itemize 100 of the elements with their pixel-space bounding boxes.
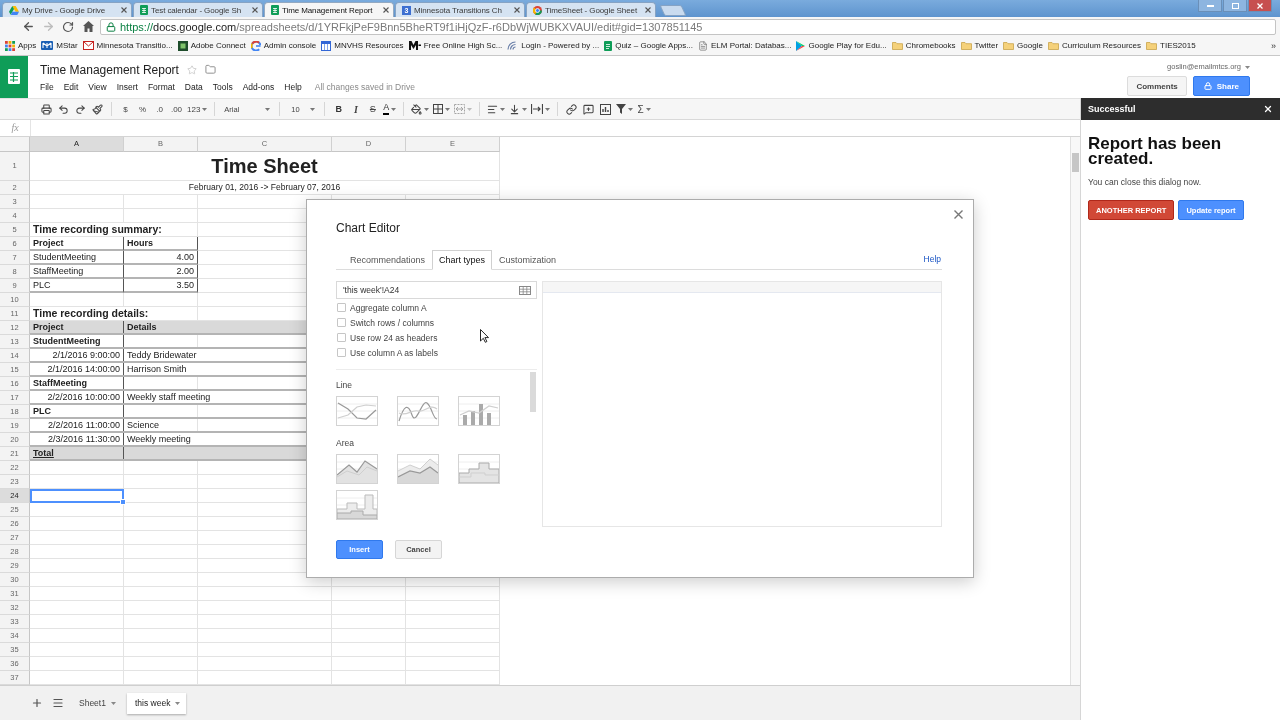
chart-type-option[interactable] — [397, 454, 439, 484]
bookmark[interactable]: MStar — [41, 41, 78, 50]
bookmark[interactable]: Free Online High Sc... — [408, 41, 503, 50]
menu-item[interactable]: View — [88, 81, 107, 92]
menu-item[interactable]: Insert — [116, 81, 138, 92]
comments-button[interactable]: Comments — [1127, 76, 1187, 96]
bold-button[interactable]: B — [330, 100, 348, 118]
maximize-button[interactable] — [1223, 0, 1247, 12]
menu-item[interactable]: Help — [284, 81, 302, 92]
option-label[interactable]: Switch rows / columns — [350, 317, 435, 328]
number-format-button[interactable]: .00 — [168, 100, 185, 118]
menu-item[interactable]: File — [40, 81, 54, 92]
ring-logo-icon — [250, 40, 261, 51]
option-label[interactable]: Use column A as labels — [350, 347, 438, 358]
italic-button[interactable]: I — [347, 100, 365, 118]
chart-type-option[interactable] — [336, 396, 378, 426]
menu-item[interactable]: Add-ons — [242, 81, 275, 92]
bookmark[interactable]: Apps — [5, 40, 37, 51]
close-icon[interactable] — [383, 7, 389, 13]
range-input[interactable]: 'this week'!A24 — [336, 281, 537, 299]
spreadsheet-cell[interactable]: PLC — [30, 279, 124, 293]
circle-logo-icon — [533, 5, 542, 15]
chart-type-option[interactable] — [397, 396, 439, 426]
bookmark[interactable]: Twitter — [960, 41, 999, 50]
folder-icon[interactable] — [204, 64, 216, 75]
spreadsheet-cell[interactable]: 2/2/2016 11:00:00 — [30, 419, 124, 431]
option-label[interactable]: Aggregate column A — [350, 302, 427, 313]
spreadsheet-cell[interactable]: StaffMeeting — [30, 265, 124, 279]
menu-icon — [52, 697, 64, 709]
chart-type-option[interactable] — [458, 396, 500, 426]
bookmark[interactable]: Adobe Connect — [177, 40, 246, 51]
menu-item[interactable]: Format — [147, 81, 175, 92]
bookmark[interactable]: Minnesota Transitio... — [82, 41, 173, 50]
spreadsheet-cell[interactable]: Time Sheet — [30, 152, 499, 180]
browser-tab[interactable]: Test calendar - Google Sh — [133, 2, 263, 17]
spreadsheet-cell[interactable]: PLC — [30, 405, 124, 417]
editor-tab[interactable]: Recommendations — [343, 250, 433, 270]
vertical-scrollbar[interactable] — [1070, 137, 1080, 685]
text-color-button[interactable]: A — [381, 100, 399, 118]
new-tab-button[interactable] — [659, 5, 687, 16]
spreadsheet-cell[interactable]: 3.50 — [124, 279, 198, 293]
checkbox[interactable] — [337, 333, 346, 342]
browser-tab[interactable]: Time Management Report — [264, 2, 394, 17]
document-title[interactable]: Time Management Report — [40, 62, 179, 77]
spreadsheet-cell[interactable]: StaffMeeting — [30, 377, 124, 389]
browser-tab[interactable]: TimeSheet - Google Sheet — [526, 2, 656, 17]
functions-button[interactable]: Σ — [635, 100, 653, 118]
spreadsheet-cell[interactable]: Hours — [124, 237, 198, 251]
grid-icon[interactable] — [519, 285, 531, 295]
number-format-button[interactable]: % — [134, 100, 151, 118]
checkbox[interactable] — [337, 303, 346, 312]
help-link[interactable]: Help — [923, 250, 942, 269]
chart-type-option[interactable] — [336, 490, 378, 520]
spreadsheet-cell[interactable]: Science — [124, 419, 198, 431]
spreadsheet-cell[interactable]: StudentMeeting — [30, 335, 124, 347]
active-cell[interactable] — [30, 489, 124, 503]
bookmark[interactable]: Chromebooks — [891, 41, 956, 50]
menu-item[interactable]: Tools — [212, 81, 233, 92]
bookmark[interactable]: Admin console — [250, 40, 317, 51]
strikethrough-button[interactable]: S — [364, 100, 382, 118]
fill-handle[interactable] — [120, 499, 126, 505]
spreadsheet-cell[interactable]: Details — [124, 321, 198, 333]
scrollbar-thumb[interactable] — [530, 372, 536, 412]
option-label[interactable]: Use row 24 as headers — [350, 332, 438, 343]
spreadsheet-cell[interactable]: 4.00 — [124, 251, 198, 265]
minimize-icon — [1206, 4, 1214, 7]
chart-type-option[interactable] — [336, 454, 378, 484]
number-format-button[interactable]: $ — [117, 100, 134, 118]
sheet-tab[interactable]: this week — [126, 692, 187, 714]
number-format-button[interactable]: .0 — [151, 100, 168, 118]
checkbox[interactable] — [337, 348, 346, 357]
editor-tab[interactable]: Chart types — [432, 250, 493, 270]
spreadsheet-cell[interactable]: 2.00 — [124, 265, 198, 279]
bookmark[interactable]: Curriculum Resources — [1047, 41, 1142, 50]
spreadsheet-cell[interactable]: Total — [30, 447, 124, 459]
more-bookmarks-button[interactable]: » — [1271, 40, 1276, 51]
bookmark[interactable]: Google Play for Edu... — [796, 40, 887, 51]
printer-icon — [41, 103, 52, 115]
address-bar[interactable]: https://docs.google.com/spreadsheets/d/1YRFkjPeF9Bnn5BheRT9f1iHjQzF-r6DbWjWUBKXVAUI/edit#gid=1307851145 — [100, 18, 1276, 35]
number-format-button[interactable]: 123 — [185, 100, 210, 118]
browser-tab[interactable]: My Drive - Google Drive — [2, 2, 132, 17]
bookmark[interactable]: TIES2015 — [1146, 41, 1196, 50]
bookmark[interactable]: Google — [1003, 41, 1043, 50]
spreadsheet-cell[interactable]: Project — [30, 237, 124, 251]
bookmark[interactable]: Quiz – Google Apps... — [604, 40, 693, 51]
star-icon[interactable] — [186, 64, 197, 75]
sheet-tab[interactable]: Sheet1 — [71, 692, 122, 714]
bookmark[interactable]: ELM Portal: Databas... — [698, 40, 792, 51]
spreadsheet-cell[interactable]: StudentMeeting — [30, 251, 124, 265]
menu-item[interactable]: Data — [184, 81, 203, 92]
close-window-button[interactable] — [1248, 0, 1272, 12]
folder-icon — [1146, 41, 1158, 50]
menu-item[interactable]: Edit — [63, 81, 79, 92]
bookmark[interactable]: MNVHS Resources — [321, 40, 404, 51]
checkbox[interactable] — [337, 318, 346, 327]
editor-tab[interactable]: Customization — [492, 250, 564, 270]
scrollbar-thumb[interactable] — [1072, 153, 1079, 172]
spreadsheet-cell[interactable]: Project — [30, 321, 124, 333]
minimize-button[interactable] — [1198, 0, 1222, 12]
bookmark[interactable]: Login - Powered by ... — [507, 41, 600, 50]
